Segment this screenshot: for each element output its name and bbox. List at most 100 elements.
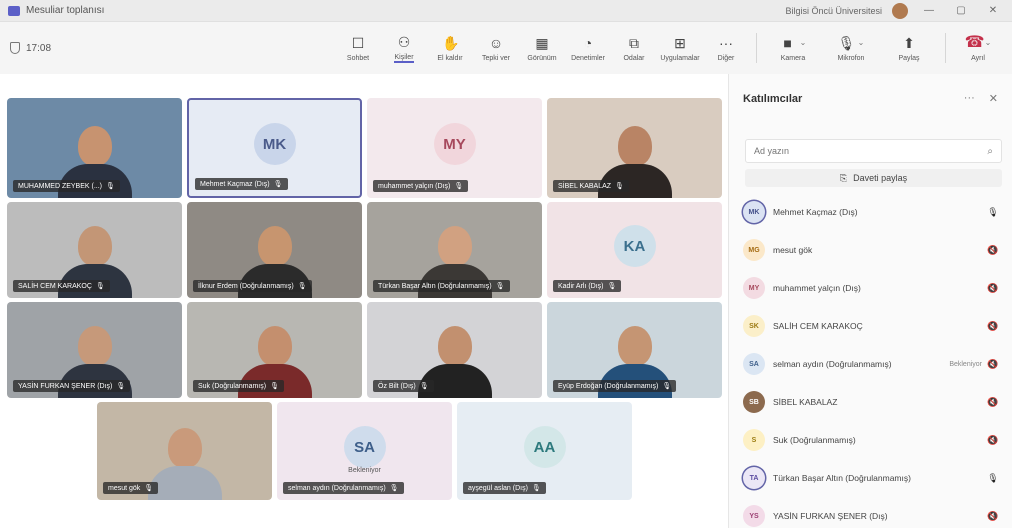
microphone-muted-icon: 🔇: [987, 282, 999, 293]
tile-name-text: SALİH CEM KARAKOÇ: [18, 282, 92, 290]
participants-panel: Katılımcılar ··· ✕ ⌕ ⎘ Daveti paylaş MKM…: [728, 74, 1012, 528]
participant-list-item[interactable]: MG mesut gök 🔇: [729, 231, 1012, 269]
minimize-button[interactable]: —: [918, 5, 940, 16]
share-button[interactable]: ⬆ Paylaş: [881, 26, 937, 70]
tile-name-label: muhammet yalçın (Dış) 🎙: [373, 180, 469, 192]
participant-head: [437, 226, 472, 266]
tile-name-label: Kadir Arlı (Dış) 🎙: [553, 280, 622, 292]
leave-button[interactable]: ☎ ⌄ Ayrıl: [954, 26, 1002, 70]
microphone-icon: 🎙: [454, 183, 464, 190]
video-tile[interactable]: MY muhammet yalçın (Dış) 🎙: [367, 98, 542, 198]
toolbar-button-label: Sohbet: [346, 54, 370, 62]
tile-name-text: selman aydın (Doğrulanmamış): [288, 484, 386, 492]
participant-list-item[interactable]: SA selman aydın (Doğrulanmamış) Bekleniyor…: [729, 345, 1012, 383]
chevron-down-icon[interactable]: ⌄: [858, 38, 865, 47]
controls-icon: ◔: [583, 34, 593, 51]
video-tile[interactable]: SA Bekleniyor selman aydın (Doğrulanmamış)…: [277, 402, 452, 500]
participant-list-item[interactable]: SK SALİH CEM KARAKOÇ 🔇: [729, 307, 1012, 345]
participant-name: Suk (Doğrulanmamış): [773, 435, 856, 445]
microphone-muted-icon: 🔇: [987, 244, 999, 255]
toolbar-react-button[interactable]: ☺ Tepki ver: [474, 26, 518, 70]
participant-name: YASİN FURKAN ŞENER (Dış): [773, 511, 888, 521]
tile-name-label: Eyüp Erdoğan (Doğrulanmamış) 🎙: [553, 380, 677, 392]
raise-hand-icon: ✋: [442, 34, 460, 51]
microphone-muted-icon: 🔇: [987, 510, 999, 521]
tile-name-label: selman aydın (Doğrulanmamış) 🎙: [283, 482, 404, 494]
video-tile[interactable]: Eyüp Erdoğan (Doğrulanmamış) 🎙: [547, 302, 722, 398]
leave-label: Ayrıl: [971, 54, 985, 62]
participant-list-item[interactable]: MY muhammet yalçın (Dış) 🔇: [729, 269, 1012, 307]
toolbar-rooms-button[interactable]: ⧉ Odalar: [612, 26, 656, 70]
tile-name-label: YASİN FURKAN ŞENER (Dış) 🎙: [13, 380, 131, 392]
participant-list-item[interactable]: SB SİBEL KABALAZ 🔇: [729, 383, 1012, 421]
tile-name-label: MUHAMMED ZEYBEK (...) 🎙: [13, 180, 120, 192]
microphone-icon: 🎙: [495, 283, 505, 290]
participant-list-item[interactable]: TA Türkan Başar Altın (Doğrulanmamış) 🎙: [729, 459, 1012, 497]
participant-video: [147, 428, 222, 500]
video-tile[interactable]: YASİN FURKAN ŞENER (Dış) 🎙: [7, 302, 182, 398]
video-tile[interactable]: AA ayşegül aslan (Dış) 🎙: [457, 402, 632, 500]
tile-name-text: Suk (Doğrulanmamış): [198, 382, 267, 390]
tile-name-text: Öz Bilt (Dış): [378, 382, 416, 390]
toolbar-button-label: Kişiler: [394, 53, 414, 63]
tile-name-label: Türkan Başar Altın (Doğrulanmamış) 🎙: [373, 280, 510, 292]
rooms-icon: ⧉: [629, 34, 639, 51]
participant-list-item[interactable]: MK Mehmet Kaçmaz (Dış) 🎙: [729, 193, 1012, 231]
video-tile[interactable]: MK Mehmet Kaçmaz (Dış) 🎙: [187, 98, 362, 198]
video-tile[interactable]: SALİH CEM KARAKOÇ 🎙: [7, 202, 182, 298]
participant-name: SİBEL KABALAZ: [773, 397, 838, 407]
tile-name-label: mesut gök 🎙: [103, 482, 159, 494]
panel-title: Katılımcılar: [743, 92, 803, 105]
profile-avatar[interactable]: [892, 2, 908, 19]
tile-name-text: ayşegül aslan (Dış): [468, 484, 528, 492]
toolbar-chat-button[interactable]: ☐ Sohbet: [336, 26, 380, 70]
close-panel-icon[interactable]: ✕: [989, 92, 998, 105]
microphone-icon: 🎙: [615, 183, 624, 190]
share-screen-icon: ⬆: [903, 34, 915, 51]
more-icon: ···: [719, 34, 733, 51]
video-tile[interactable]: MUHAMMED ZEYBEK (...) 🎙: [7, 98, 182, 198]
react-icon: ☺: [488, 34, 504, 51]
mic-label: Mikrofon: [837, 54, 865, 62]
title-bar: Mesuliar toplanısı Bilgisi Öncü Üniversi…: [0, 0, 1012, 22]
tile-name-text: muhammet yalçın (Dış): [378, 182, 451, 190]
microphone-icon: 🎙: [389, 485, 399, 492]
share-label: Paylaş: [898, 54, 920, 62]
search-icon: ⌕: [987, 145, 993, 157]
toolbar-apps-button[interactable]: ⊞ Uygulamalar: [658, 26, 702, 70]
toolbar-raise-hand-button[interactable]: ✋ El kaldır: [428, 26, 472, 70]
participant-list-item[interactable]: S Suk (Doğrulanmamış) 🔇: [729, 421, 1012, 459]
share-invite-button[interactable]: ⎘ Daveti paylaş: [745, 169, 1002, 187]
chevron-down-icon[interactable]: ⌄: [985, 38, 992, 47]
toolbar-controls-button[interactable]: ◔ Denetimler: [566, 26, 610, 70]
tile-name-text: SİBEL KABALAZ: [558, 182, 612, 190]
toolbar-more-button[interactable]: ··· Diğer: [704, 26, 748, 70]
tile-name-label: ayşegül aslan (Dış) 🎙: [463, 482, 546, 494]
participant-avatar: YS: [743, 505, 765, 527]
participant-search-input[interactable]: [754, 146, 988, 156]
participant-search[interactable]: ⌕: [745, 139, 1002, 163]
more-options-icon[interactable]: ···: [964, 92, 975, 105]
video-tile[interactable]: mesut gök 🎙: [97, 402, 272, 500]
video-tile[interactable]: Öz Bilt (Dış) 🎙: [367, 302, 542, 398]
toolbar-view-button[interactable]: ▦ Görünüm: [520, 26, 564, 70]
microphone-icon: 🎙: [987, 472, 999, 483]
video-tile[interactable]: Türkan Başar Altın (Doğrulanmamış) 🎙: [367, 202, 542, 298]
video-tile[interactable]: Suk (Doğrulanmamış) 🎙: [187, 302, 362, 398]
participant-list-item[interactable]: YS YASİN FURKAN ŞENER (Dış) 🔇: [729, 497, 1012, 528]
participant-avatar: MG: [743, 239, 765, 261]
chevron-down-icon[interactable]: ⌄: [800, 38, 807, 47]
microphone-icon: 🎙: [116, 383, 126, 390]
toolbar-button-label: Görünüm: [527, 54, 557, 62]
video-tile[interactable]: KA Kadir Arlı (Dış) 🎙: [547, 202, 722, 298]
toolbar-people-button[interactable]: ⚇ Kişiler: [382, 26, 426, 70]
camera-button[interactable]: ■ ⌄ Kamera: [765, 26, 821, 70]
maximize-button[interactable]: ▢: [950, 5, 972, 16]
mic-button[interactable]: 🎙 ⌄ Mikrofon: [823, 26, 879, 70]
close-window-button[interactable]: ✕: [982, 5, 1004, 16]
video-tile[interactable]: SİBEL KABALAZ 🎙: [547, 98, 722, 198]
video-tile[interactable]: İlknur Erdem (Doğrulanmamış) 🎙: [187, 202, 362, 298]
participant-avatar: AA: [523, 426, 566, 469]
participant-avatar: SK: [743, 315, 765, 337]
people-icon: ⚇: [397, 33, 411, 50]
